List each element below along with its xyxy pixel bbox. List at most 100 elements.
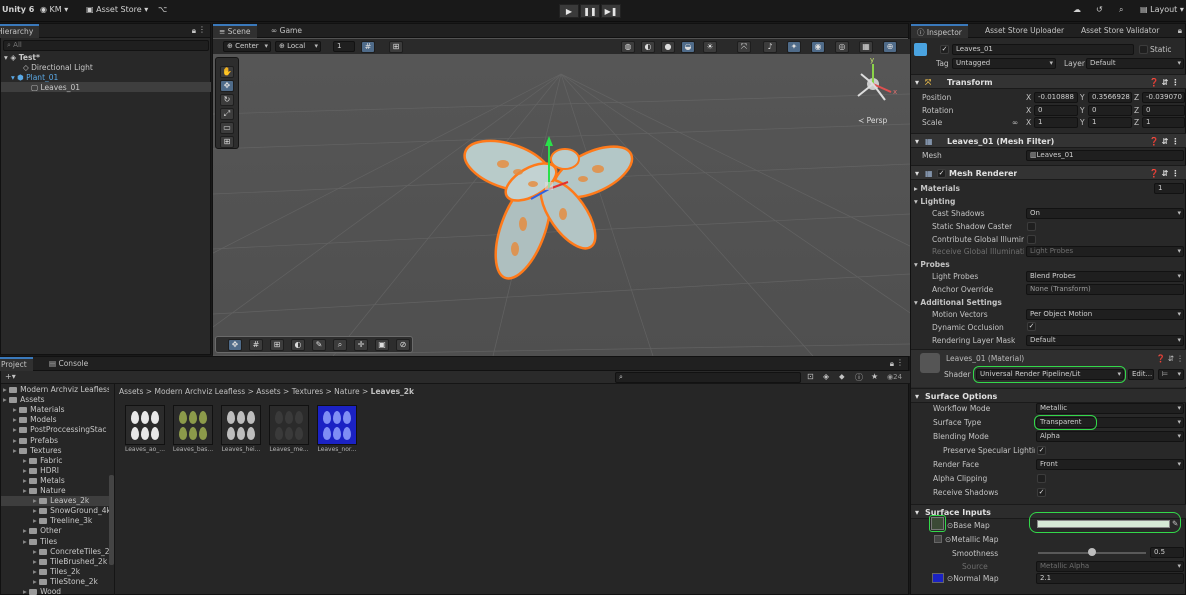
step-button[interactable]: ▶❚ bbox=[601, 4, 621, 18]
overlay-grid-icon[interactable]: # bbox=[249, 339, 263, 351]
hand-tool-icon[interactable]: ✋ bbox=[220, 66, 234, 78]
rotation-z-input[interactable]: 0 bbox=[1142, 105, 1185, 116]
folder-item[interactable]: ▸ TileStone_2k bbox=[33, 577, 98, 586]
visibility-icon[interactable]: ◉ bbox=[811, 41, 825, 53]
workflow-mode-dropdown[interactable]: Metallic bbox=[1036, 403, 1184, 414]
filter-tag-icon[interactable]: ⬥ bbox=[839, 372, 845, 382]
lighting-icon[interactable]: ☀ bbox=[703, 41, 717, 53]
rotate-tool-icon[interactable]: ↻ bbox=[220, 94, 234, 106]
folder-item[interactable]: ▸ Tiles bbox=[23, 537, 57, 546]
tab-project[interactable]: Project bbox=[0, 357, 33, 371]
component-menu-icons[interactable]: ❓ ⇵ ⋮ bbox=[1149, 169, 1179, 178]
more-icon[interactable]: ⋮ bbox=[896, 358, 904, 367]
constrain-scale-icon[interactable]: ∞ bbox=[1012, 118, 1018, 127]
version-control-icon[interactable]: ⌥ bbox=[158, 5, 167, 14]
tab-asset-store-validator[interactable]: Asset Store Validator bbox=[1075, 24, 1165, 38]
more-icon[interactable]: ⋮ bbox=[198, 25, 206, 34]
hierarchy-search-input[interactable]: ⌕ All bbox=[3, 40, 209, 51]
folder-item[interactable]: ▸ PostProccessingStac bbox=[13, 425, 106, 434]
position-y-input[interactable]: 0.3566928 bbox=[1088, 92, 1132, 103]
shader-options-dropdown[interactable]: ⊨ bbox=[1158, 369, 1184, 380]
search-icon[interactable]: ⌕ bbox=[1119, 5, 1123, 15]
metallic-map-thumbnail[interactable] bbox=[934, 535, 942, 543]
project-search-input[interactable]: ⌕ bbox=[615, 372, 801, 383]
mesh-renderer-header[interactable]: ▾ ▦ ✓ Mesh Renderer ❓ ⇵ ⋮ bbox=[911, 165, 1186, 180]
tab-asset-store-uploader[interactable]: Asset Store Uploader bbox=[979, 24, 1070, 38]
position-x-input[interactable]: -0.010888 bbox=[1034, 92, 1078, 103]
mesh-field[interactable]: ▥Leaves_01 bbox=[1026, 150, 1184, 161]
hierarchy-item-plant[interactable]: ▾ ⬢ Plant_01 bbox=[11, 73, 58, 82]
folder-item[interactable]: ▸ HDRI bbox=[23, 466, 59, 475]
rendering-layer-dropdown[interactable]: Default bbox=[1026, 335, 1184, 346]
folder-item[interactable]: ▸ Models bbox=[13, 415, 57, 424]
folder-item[interactable]: ▸ Treeline_3k bbox=[33, 516, 92, 525]
shading-lit-icon[interactable]: ◐ bbox=[641, 41, 655, 53]
alpha-clipping-checkbox[interactable] bbox=[1037, 474, 1046, 483]
overlay-light-icon[interactable]: ◐ bbox=[291, 339, 305, 351]
shading-wireframe-icon[interactable]: ◍ bbox=[621, 41, 635, 53]
breadcrumb-item[interactable]: Modern Archviz Leafless bbox=[154, 387, 245, 396]
contribute-gi-checkbox[interactable] bbox=[1027, 235, 1036, 244]
history-icon[interactable]: ↺ bbox=[1096, 5, 1103, 14]
overlay-snap-icon[interactable]: ⊞ bbox=[270, 339, 284, 351]
breadcrumb-item[interactable]: Nature bbox=[334, 387, 359, 396]
cloud-icon[interactable]: ☁ bbox=[1073, 5, 1081, 14]
component-menu-icons[interactable]: ❓ ⇵ ⋮ bbox=[1149, 78, 1179, 87]
component-menu-icons[interactable]: ❓ ⇵ ⋮ bbox=[1156, 354, 1184, 363]
object-name-input[interactable]: Leaves_01 bbox=[952, 44, 1134, 55]
effects-icon[interactable]: ✦ bbox=[787, 41, 801, 53]
anchor-override-field[interactable]: None (Transform) bbox=[1026, 284, 1184, 295]
add-icon[interactable]: +▾ bbox=[5, 372, 16, 381]
layer-dropdown[interactable]: Default bbox=[1086, 58, 1184, 69]
lock-icon[interactable]: 🔒︎ bbox=[192, 26, 196, 36]
folder-item[interactable]: ▸ Prefabs bbox=[13, 436, 58, 445]
transform-header[interactable]: ▾ ⤧ Transform ❓ ⇵ ⋮ bbox=[911, 74, 1186, 89]
lock-icon[interactable]: 🔒︎ bbox=[1178, 26, 1182, 36]
tag-dropdown[interactable]: Untagged bbox=[952, 58, 1056, 69]
active-checkbox[interactable]: ✓ bbox=[940, 45, 949, 54]
scene-root[interactable]: ▾ ◈ Test* bbox=[4, 53, 40, 62]
rotation-x-input[interactable]: 0 bbox=[1034, 105, 1078, 116]
breadcrumb-item[interactable]: Textures bbox=[292, 387, 323, 396]
edit-shader-button[interactable]: Edit... bbox=[1128, 369, 1154, 380]
camera-icon[interactable]: ◎ bbox=[835, 41, 849, 53]
additional-settings-foldout[interactable]: ▾ Additional Settings bbox=[914, 298, 1002, 307]
play-button[interactable]: ▶ bbox=[559, 4, 579, 18]
filter-type-icon[interactable]: ⊡ bbox=[807, 372, 814, 381]
rect-tool-icon[interactable]: ▭ bbox=[220, 122, 234, 134]
folder-item[interactable]: ▸ ConcreteTiles_2 bbox=[33, 547, 109, 556]
overlay-compass-icon[interactable]: ⊘ bbox=[396, 339, 410, 351]
normal-map-thumbnail[interactable] bbox=[932, 573, 944, 583]
overlay-pan-icon[interactable]: ✛ bbox=[354, 339, 368, 351]
overlay-zoom-icon[interactable]: ⌕ bbox=[333, 339, 347, 351]
account-menu[interactable]: ◉ KM ▾ bbox=[40, 5, 68, 14]
breadcrumb-item[interactable]: Leaves_2k bbox=[371, 387, 414, 396]
tab-game[interactable]: ∞ Game bbox=[265, 24, 308, 38]
static-shadow-caster-checkbox[interactable] bbox=[1027, 222, 1036, 231]
folder-item[interactable]: ▸ Textures bbox=[13, 446, 62, 455]
overlay-move-icon[interactable]: ✥ bbox=[228, 339, 242, 351]
blending-mode-dropdown[interactable]: Alpha bbox=[1036, 431, 1184, 442]
hierarchy-item-light[interactable]: ◇ Directional Light bbox=[23, 63, 93, 72]
tab-hierarchy[interactable]: Hierarchy bbox=[0, 24, 40, 38]
tab-scene[interactable]: ≡ Scene bbox=[213, 24, 257, 38]
receive-shadows-checkbox[interactable]: ✓ bbox=[1037, 488, 1046, 497]
probes-foldout[interactable]: ▾ Probes bbox=[914, 260, 950, 269]
info-icon[interactable]: ⓘ bbox=[855, 372, 863, 383]
materials-foldout[interactable]: ▸ Materials bbox=[914, 184, 960, 193]
pivot-dropdown[interactable]: ⊕ Center bbox=[223, 41, 271, 52]
cast-shadows-dropdown[interactable]: On bbox=[1026, 208, 1184, 219]
surface-options-header[interactable]: ▾ Surface Options bbox=[911, 388, 1186, 403]
pause-button[interactable]: ❚❚ bbox=[580, 4, 600, 18]
position-z-input[interactable]: -0.039070 bbox=[1142, 92, 1185, 103]
overlay-brush-icon[interactable]: ✎ bbox=[312, 339, 326, 351]
smoothness-slider-handle[interactable] bbox=[1088, 548, 1096, 556]
scale-x-input[interactable]: 1 bbox=[1034, 117, 1078, 128]
gizmos-icon[interactable]: ⊕ bbox=[883, 41, 897, 53]
scale-z-input[interactable]: 1 bbox=[1142, 117, 1185, 128]
asset-thumbnail[interactable] bbox=[173, 405, 213, 445]
folder-item[interactable]: ▸ Other bbox=[23, 526, 61, 535]
hierarchy-item-leaves[interactable]: ▢ Leaves_01 bbox=[31, 83, 80, 92]
space-dropdown[interactable]: ⊕ Local bbox=[275, 41, 321, 52]
preserve-specular-checkbox[interactable]: ✓ bbox=[1037, 446, 1046, 455]
